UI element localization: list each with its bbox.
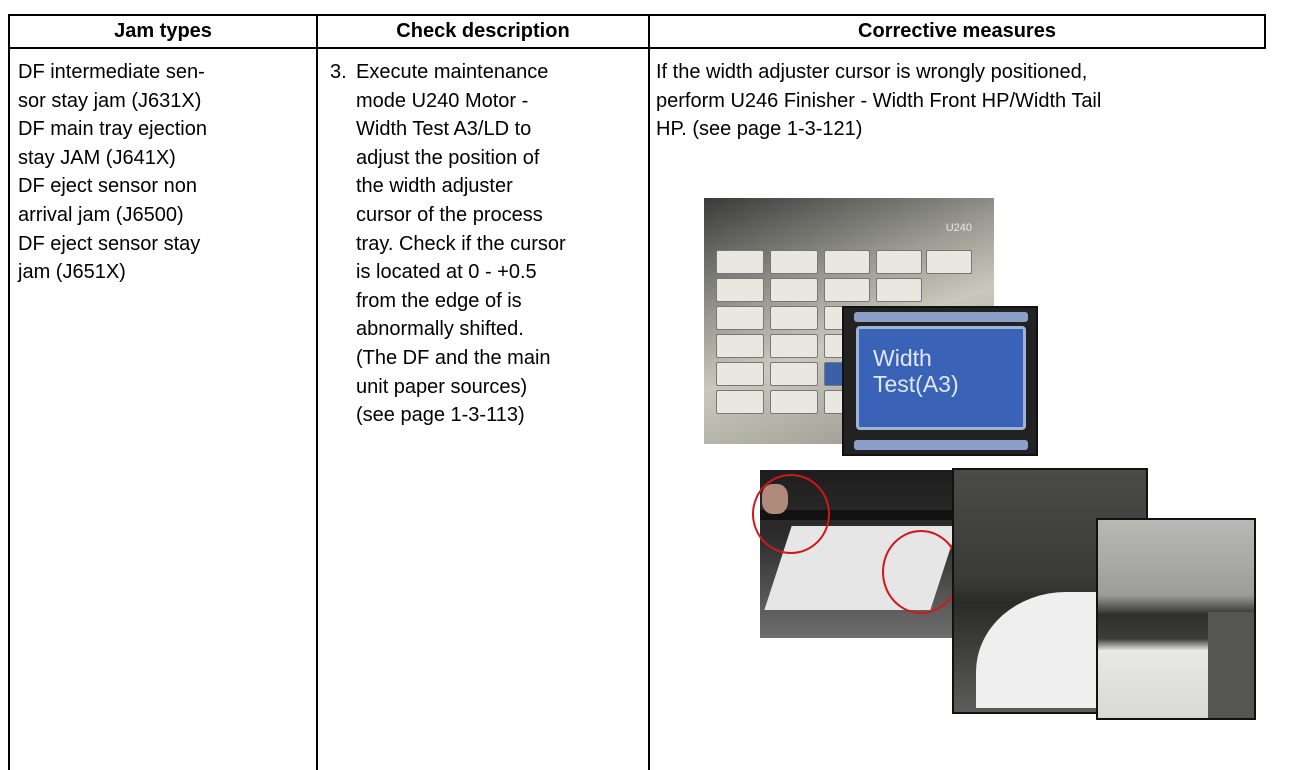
- header-check-description: Check description: [396, 20, 570, 42]
- check-line: Width Test A3/LD to: [356, 118, 532, 141]
- check-line: abnormally shifted.: [356, 318, 524, 341]
- panel-button: [716, 306, 764, 330]
- panel-button: [716, 278, 764, 302]
- check-line: (The DF and the main: [356, 346, 551, 369]
- corrective-text: If the width adjuster cursor is wrongly …: [656, 58, 1101, 144]
- width-test-label-line1: Width: [873, 345, 932, 371]
- panel-button: [876, 250, 922, 274]
- edge-closeup-photo: [1096, 518, 1256, 720]
- panel-button: [770, 334, 818, 358]
- panel-button: [876, 278, 922, 302]
- cursor-circle-right: [882, 530, 960, 614]
- column-divider-2: [648, 14, 650, 770]
- panel-button: [716, 390, 764, 414]
- jam-types-line: arrival jam (J6500): [18, 203, 184, 226]
- jam-types-line: stay JAM (J641X): [18, 146, 176, 169]
- header-jam-types: Jam types: [114, 20, 212, 42]
- column-divider-1: [316, 14, 318, 770]
- edge-dark-strip: [1208, 612, 1254, 718]
- jam-types-line: sor stay jam (J631X): [18, 89, 202, 112]
- panel-button: [824, 250, 870, 274]
- check-number: 3.: [330, 61, 347, 83]
- table-left-border: [8, 14, 10, 770]
- check-line: unit paper sources): [356, 375, 528, 398]
- cursor-circle-left: [752, 474, 830, 554]
- corrective-line: HP. (see page 1-3-121): [656, 118, 863, 141]
- panel-button: [770, 278, 818, 302]
- check-line: cursor of the process: [356, 203, 543, 226]
- panel-button: [716, 334, 764, 358]
- check-line: Execute maintenance: [356, 61, 549, 83]
- check-line: from the edge of is: [356, 289, 522, 312]
- jam-types-line: DF intermediate sen-: [18, 61, 205, 83]
- jam-types-line: jam (J651X): [18, 261, 126, 284]
- jam-types-line: DF eject sensor non: [18, 175, 197, 198]
- width-test-button: Width Test(A3): [856, 326, 1026, 430]
- check-line: the width adjuster: [356, 175, 513, 198]
- inset-bar-top: [854, 312, 1028, 322]
- panel-button: [824, 278, 870, 302]
- panel-button: [716, 362, 764, 386]
- header-bottom-border: [8, 47, 1266, 49]
- panel-button: [770, 390, 818, 414]
- width-test-label-line2: Test(A3): [873, 371, 959, 397]
- check-line: mode U240 Motor -: [356, 89, 529, 112]
- panel-button: [716, 250, 764, 274]
- jam-types-text: DF intermediate sen- sor stay jam (J631X…: [18, 58, 207, 287]
- panel-button: [770, 362, 818, 386]
- header-corrective-measures: Corrective measures: [858, 20, 1056, 42]
- jam-types-line: DF eject sensor stay: [18, 232, 201, 255]
- panel-button: [926, 250, 972, 274]
- jam-types-line: DF main tray ejection: [18, 118, 207, 141]
- panel-button: [770, 250, 818, 274]
- screen-code-label: U240: [945, 222, 972, 234]
- check-line: tray. Check if the cursor: [356, 232, 566, 255]
- table-right-border: [1264, 14, 1266, 48]
- check-description-text: Execute maintenance mode U240 Motor - Wi…: [356, 58, 566, 430]
- inset-bar-bottom: [854, 440, 1028, 450]
- width-test-zoom-inset: Width Test(A3): [842, 306, 1038, 456]
- corrective-line: perform U246 Finisher - Width Front HP/W…: [656, 89, 1102, 112]
- corrective-line: If the width adjuster cursor is wrongly …: [656, 61, 1088, 83]
- panel-button: [770, 306, 818, 330]
- check-line: is located at 0 - +0.5: [356, 261, 537, 284]
- check-line: adjust the position of: [356, 146, 540, 169]
- check-line: (see page 1-3-113): [356, 404, 525, 427]
